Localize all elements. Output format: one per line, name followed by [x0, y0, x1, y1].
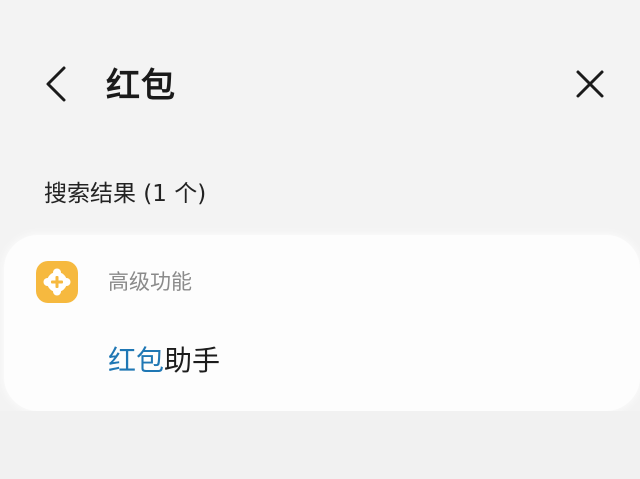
result-card: 高级功能 红包助手 — [4, 235, 640, 411]
empty-area — [0, 411, 640, 479]
close-icon — [575, 69, 605, 103]
search-header: 红包 — [0, 0, 640, 170]
chevron-left-icon — [44, 64, 68, 108]
results-heading: 搜索结果 (1 个) — [44, 181, 207, 207]
close-button[interactable] — [568, 64, 612, 108]
gear-plus-icon — [36, 261, 78, 303]
back-button[interactable] — [36, 64, 76, 108]
search-query[interactable]: 红包 — [106, 64, 176, 108]
result-item-highlight: 红包 — [108, 344, 165, 377]
result-item-label: 助手 — [164, 344, 221, 377]
result-item-red-packet-assistant[interactable]: 红包助手 — [108, 341, 220, 381]
category-label: 高级功能 — [108, 270, 192, 294]
